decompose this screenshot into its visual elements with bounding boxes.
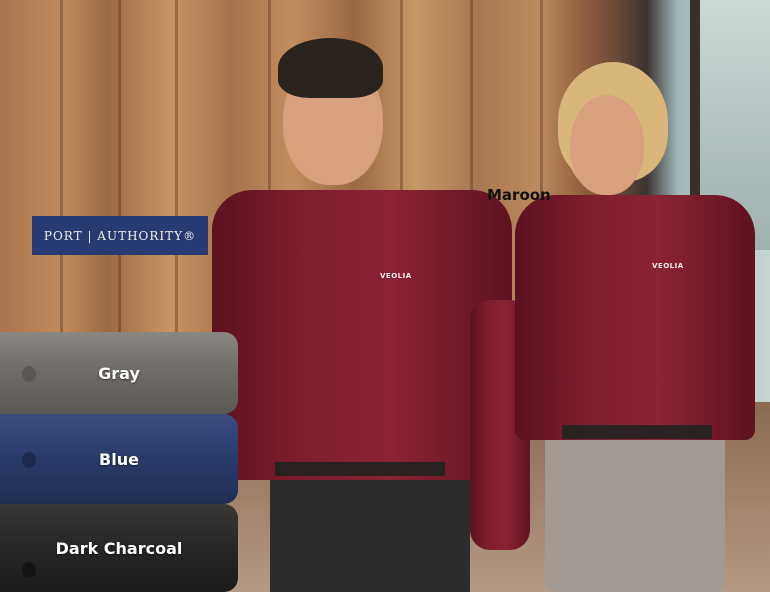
button-icon — [22, 562, 36, 578]
swatch-label: Dark Charcoal — [55, 538, 183, 558]
button-icon — [22, 366, 36, 382]
woman-face — [570, 95, 644, 195]
woman-shirt — [515, 195, 755, 440]
woman-skirt — [545, 430, 725, 592]
swatch-blue: Blue — [0, 414, 238, 504]
button-icon — [22, 452, 36, 468]
maroon-label: Maroon — [487, 186, 551, 204]
swatch-gray: Gray — [0, 332, 238, 414]
shirt-logo: VEOLIA — [380, 272, 412, 280]
man-belt — [275, 462, 445, 476]
man-pants — [270, 470, 470, 592]
shirt-logo: VEOLIA — [652, 262, 684, 270]
swatch-label: Gray — [98, 363, 140, 383]
woman-belt — [562, 425, 712, 439]
swatch-dark-charcoal: Dark Charcoal — [0, 504, 238, 592]
port-authority-logo: PORT | AUTHORITY® — [32, 216, 208, 255]
man-hair — [278, 38, 383, 98]
brand-logo-text: PORT | AUTHORITY® — [43, 228, 197, 243]
swatch-label: Blue — [99, 449, 139, 469]
man-shirt — [212, 190, 512, 480]
